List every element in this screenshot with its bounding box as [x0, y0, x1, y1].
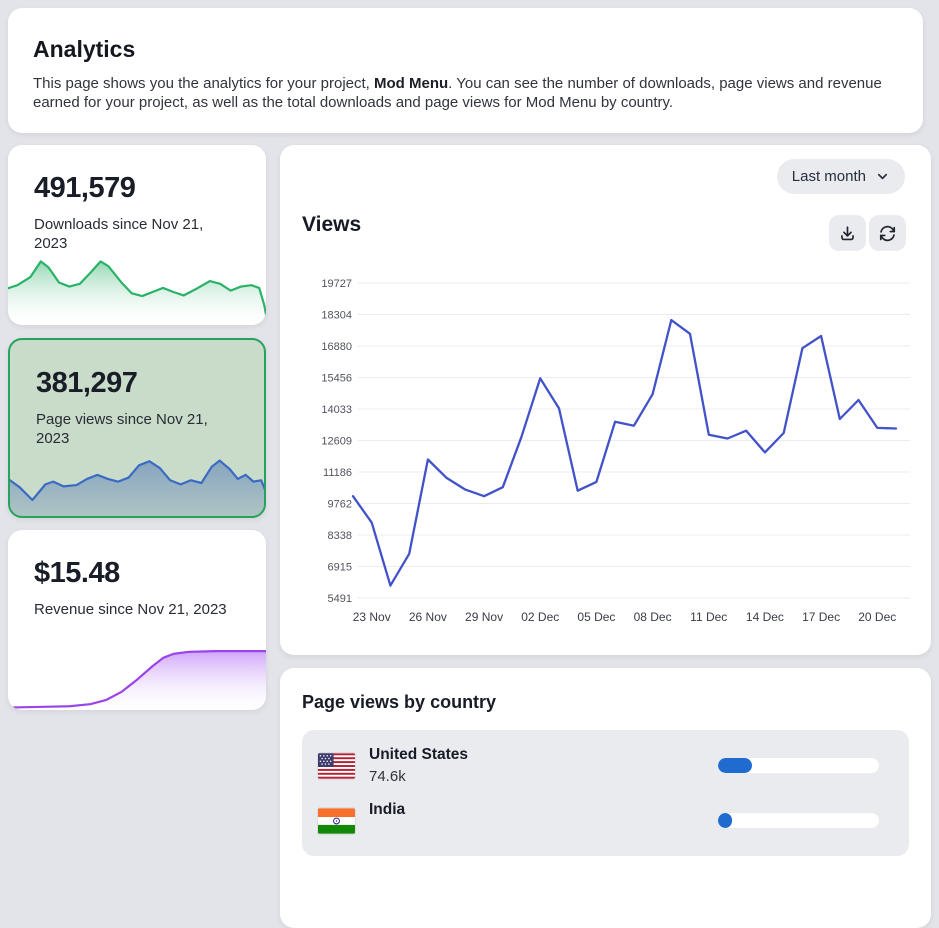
page-description: This page shows you the analytics for yo… — [33, 74, 909, 112]
country-bar-track — [718, 758, 879, 773]
page-views-by-country-panel: Page views by country — [280, 668, 931, 928]
india-flag-icon — [318, 808, 355, 834]
page-views-stat-card[interactable]: 381,297 Page views since Nov 21, 2023 — [8, 338, 266, 518]
revenue-sparkline — [8, 643, 266, 710]
country-name: United States — [369, 746, 468, 764]
svg-text:15456: 15456 — [321, 373, 352, 385]
svg-text:26 Nov: 26 Nov — [409, 610, 447, 624]
us-flag-icon — [318, 753, 355, 779]
refresh-button[interactable] — [869, 215, 906, 251]
svg-text:23 Nov: 23 Nov — [353, 610, 391, 624]
svg-text:5491: 5491 — [328, 593, 352, 605]
views-chart: 5491 6915 8338 9762 11186 12609 14033 15456 1688… — [280, 270, 931, 645]
country-bar-fill — [718, 758, 752, 773]
downloads-stat-card[interactable]: 491,579 Downloads since Nov 21, 2023 — [8, 145, 266, 325]
country-bar-fill — [718, 813, 732, 828]
downloads-label: Downloads since Nov 21, 2023 — [34, 215, 239, 253]
chevron-down-icon — [875, 169, 890, 184]
svg-text:05 Dec: 05 Dec — [577, 610, 615, 624]
page-views-sparkline — [9, 449, 266, 517]
country-list: United States 74.6k India — [302, 730, 909, 856]
svg-text:20 Dec: 20 Dec — [858, 610, 896, 624]
svg-text:14 Dec: 14 Dec — [746, 610, 784, 624]
svg-text:9762: 9762 — [328, 498, 352, 510]
svg-text:11186: 11186 — [323, 467, 352, 479]
downloads-sparkline — [8, 258, 266, 325]
project-name: Mod Menu — [374, 75, 448, 92]
downloads-value: 491,579 — [34, 172, 135, 205]
revenue-value: $15.48 — [34, 557, 120, 590]
range-selector-button[interactable]: Last month — [777, 159, 905, 194]
svg-text:29 Nov: 29 Nov — [465, 610, 503, 624]
refresh-icon — [878, 224, 897, 243]
download-csv-button[interactable] — [829, 215, 866, 251]
svg-text:18304: 18304 — [321, 309, 352, 321]
svg-text:02 Dec: 02 Dec — [521, 610, 559, 624]
country-value: 74.6k — [369, 768, 468, 785]
revenue-stat-card[interactable]: $15.48 Revenue since Nov 21, 2023 — [8, 530, 266, 710]
description-before: This page shows you the analytics for yo… — [33, 75, 374, 92]
page-views-label: Page views since Nov 21, 2023 — [36, 410, 241, 448]
page-title: Analytics — [33, 36, 135, 63]
svg-text:14033: 14033 — [321, 404, 352, 416]
country-value — [369, 823, 405, 840]
country-bar-track — [718, 813, 879, 828]
page-views-value: 381,297 — [36, 367, 137, 400]
range-selector-label: Last month — [792, 168, 866, 185]
svg-text:16880: 16880 — [321, 341, 352, 353]
svg-text:12609: 12609 — [321, 436, 352, 448]
svg-text:11 Dec: 11 Dec — [690, 610, 727, 624]
revenue-label: Revenue since Nov 21, 2023 — [34, 600, 239, 619]
svg-text:08 Dec: 08 Dec — [634, 610, 672, 624]
svg-text:8338: 8338 — [328, 530, 352, 542]
country-row-india: India — [316, 793, 895, 848]
country-name: India — [369, 801, 405, 819]
views-chart-title: Views — [302, 213, 361, 237]
views-panel: Last month Views 5491 6915 8338 9762 11186 12… — [280, 145, 931, 655]
country-panel-title: Page views by country — [302, 692, 496, 713]
svg-text:6915: 6915 — [328, 561, 352, 573]
svg-text:19727: 19727 — [321, 278, 352, 290]
download-icon — [838, 224, 857, 243]
analytics-header-card: Analytics This page shows you the analyt… — [8, 8, 923, 133]
country-row-united-states: United States 74.6k — [316, 738, 895, 793]
svg-text:17 Dec: 17 Dec — [802, 610, 840, 624]
